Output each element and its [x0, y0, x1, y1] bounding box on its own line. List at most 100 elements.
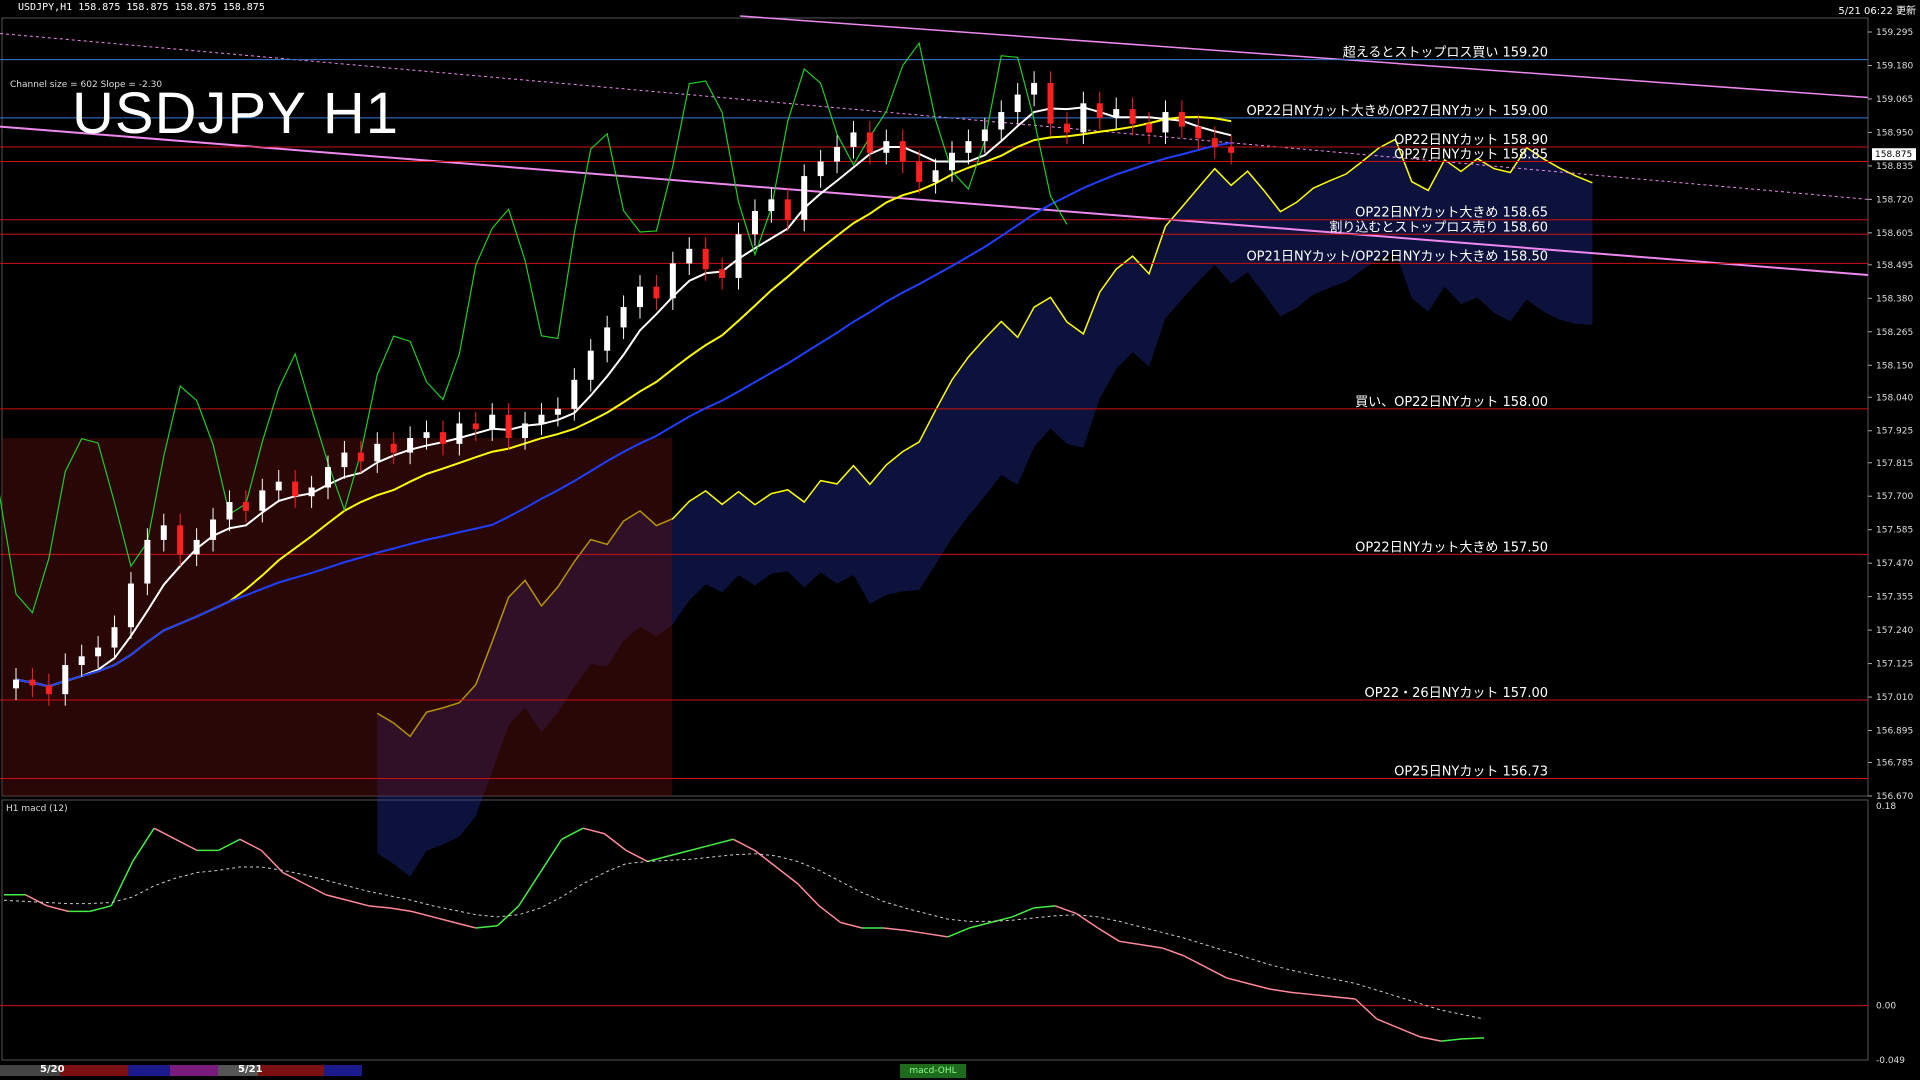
level-annotation: OP22日NYカット大きめ 157.50 [1355, 540, 1548, 555]
macd-segment [1119, 940, 1141, 946]
candle-body [1129, 109, 1136, 124]
candle-body [669, 263, 676, 299]
macd-segment [1333, 996, 1356, 1000]
candle-body [554, 408, 561, 415]
macd-segment [668, 849, 691, 857]
candle-body [505, 414, 512, 439]
candle-body [226, 502, 233, 520]
macd-segment [1269, 988, 1292, 994]
candle-body [390, 443, 397, 453]
date-label-5-20: 5/20 [40, 1064, 65, 1075]
macd-tick-label: 0.18 [1876, 802, 1896, 812]
level-annotation: 買い、OP22日NYカット 158.00 [1355, 395, 1548, 410]
price-tick-label: 158.380 [1876, 294, 1913, 304]
macd-segment [947, 927, 970, 938]
candle-body [1080, 103, 1087, 133]
date-label-5-21: 5/21 [238, 1064, 263, 1075]
macd-segment [1441, 1038, 1463, 1042]
level-annotation: 超えるとストップロス買い 159.20 [1343, 46, 1548, 61]
candle-body [604, 327, 611, 351]
date-segment [324, 1065, 362, 1076]
macd-segment [475, 925, 498, 929]
candle-body [965, 141, 972, 153]
macd-segment [1183, 955, 1206, 968]
candle-body [1096, 103, 1103, 118]
price-tick-label: 156.785 [1876, 759, 1913, 769]
price-tick-label: 156.895 [1876, 727, 1913, 737]
candle-body [998, 112, 1005, 130]
candle-body [144, 539, 151, 584]
price-tick-label: 156.670 [1876, 792, 1913, 802]
macd-segment [1419, 1035, 1442, 1042]
candle-body [686, 248, 693, 264]
price-tick-label: 157.470 [1876, 559, 1913, 569]
macd-segment [754, 849, 777, 868]
level-annotation: 割り込むとストップロス売り 158.60 [1329, 219, 1548, 235]
macd-segment [25, 894, 48, 907]
candle-body [160, 525, 167, 540]
macd-title: H1 macd (12) [6, 804, 68, 814]
current-price-label: 158.875 [1875, 150, 1912, 160]
level-annotation: OP22日NYカット大きめ/OP27日NYカット 159.00 [1246, 104, 1548, 119]
macd-tab[interactable]: macd-OHL [900, 1064, 966, 1078]
macd-segment [582, 827, 605, 835]
level-annotation: OP25日NYカット 156.73 [1394, 765, 1548, 780]
macd-segment [368, 905, 391, 909]
macd-segment [1162, 947, 1184, 957]
candle-body [357, 452, 364, 462]
price-tick-label: 157.240 [1876, 626, 1913, 636]
candle-body [850, 132, 857, 147]
candle-body [1211, 138, 1218, 147]
macd-segment [1247, 982, 1270, 990]
macd-segment [432, 916, 455, 924]
candle-body [1146, 123, 1153, 133]
macd-segment [175, 838, 198, 852]
candle-body [374, 443, 381, 462]
candle-body [751, 211, 758, 235]
macd-segment [153, 827, 176, 840]
macd-segment [690, 844, 713, 852]
macd-segment [1397, 1027, 1420, 1038]
candle-body [489, 414, 496, 430]
candle-body [292, 481, 299, 497]
candle-body [817, 161, 824, 177]
macd-segment [239, 838, 262, 852]
macd-segment [89, 905, 112, 913]
price-tick-label: 158.720 [1876, 195, 1913, 205]
candle-body [13, 679, 19, 689]
macd-segment [389, 907, 412, 913]
macd-segment [218, 838, 241, 852]
price-chart[interactable]: 超えるとストップロス買い 159.20 OP22日NYカット大きめ/OP27日NY… [0, 0, 1920, 1080]
cloud-red-block [2, 438, 672, 796]
level-annotation: OP27日NYカット 158.85 [1394, 148, 1548, 163]
candle-body [719, 269, 726, 278]
candle-body [899, 141, 906, 162]
macd-segment [411, 910, 434, 918]
level-annotation: OP22・26日NYカット 157.00 [1365, 686, 1548, 701]
candle-body [949, 152, 955, 171]
candle-body [801, 176, 808, 220]
macd-segment [1376, 1018, 1399, 1029]
candle-body [1228, 146, 1235, 153]
candle-body [883, 141, 890, 153]
macd-segment [969, 921, 991, 929]
macd-segment [1033, 905, 1056, 909]
candle-body [439, 432, 446, 444]
macd-segment [711, 838, 734, 846]
candle-body [193, 539, 200, 555]
macd-segment [282, 871, 305, 885]
candle-body [735, 234, 742, 278]
candle-body [1113, 109, 1120, 118]
candle-body [95, 647, 102, 657]
candle-body [111, 627, 118, 648]
candle-body [407, 438, 414, 453]
candle-body [210, 519, 217, 540]
price-tick-label: 157.355 [1876, 593, 1913, 603]
candle-body [637, 286, 643, 308]
candle-body [932, 170, 939, 182]
macd-segment [496, 905, 520, 927]
candle-body [275, 481, 282, 491]
price-tick-label: 159.065 [1876, 95, 1913, 105]
macd-segment [561, 827, 584, 840]
candle-body [259, 490, 266, 511]
